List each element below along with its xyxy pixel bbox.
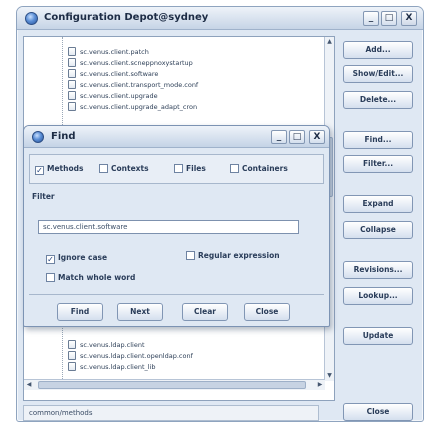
add-button[interactable]: Add... xyxy=(343,41,413,59)
containers-checkbox[interactable]: Containers xyxy=(230,164,288,173)
close-button[interactable]: Close xyxy=(343,403,413,421)
tree-item[interactable]: sc.venus.client.patch xyxy=(68,47,149,58)
find-dialog-find-button[interactable]: Find xyxy=(57,303,103,321)
tree-item[interactable]: sc.venus.client.upgrade_adapt_cron xyxy=(68,102,197,113)
methods-label: Methods xyxy=(47,164,84,173)
find-dialog-title: Find xyxy=(51,131,76,142)
file-icon xyxy=(68,91,76,100)
app-icon xyxy=(25,12,38,25)
filter-input[interactable] xyxy=(38,220,299,234)
ignore-case-label: Ignore case xyxy=(58,253,108,262)
scroll-right-arrow-icon[interactable]: ▶ xyxy=(316,381,324,389)
file-icon xyxy=(68,340,76,349)
find-dialog-close-button[interactable]: Close xyxy=(244,303,290,321)
lookup-button[interactable]: Lookup... xyxy=(343,287,413,305)
dialog-divider xyxy=(29,294,324,295)
tree-item[interactable]: sc.venus.client.upgrade xyxy=(68,91,158,102)
contexts-check-box[interactable] xyxy=(99,164,108,173)
files-checkbox[interactable]: Files xyxy=(174,164,206,173)
revisions-button[interactable]: Revisions... xyxy=(343,261,413,279)
file-icon xyxy=(68,80,76,89)
expand-button[interactable]: Expand xyxy=(343,195,413,213)
find-dialog-titlebar[interactable]: Find _ □ X xyxy=(24,126,329,148)
match-whole-word-check-box[interactable] xyxy=(46,273,55,282)
update-button[interactable]: Update xyxy=(343,327,413,345)
contexts-label: Contexts xyxy=(111,164,149,173)
find-dialog-clear-button[interactable]: Clear xyxy=(182,303,228,321)
close-window-button[interactable]: X xyxy=(401,11,417,26)
regular-expression-checkbox[interactable]: Regular expression xyxy=(186,251,280,260)
tree-item-label: sc.venus.client.upgrade_adapt_cron xyxy=(80,103,198,111)
scroll-down-arrow-icon[interactable]: ▼ xyxy=(326,372,333,380)
status-bar: common/methods xyxy=(23,405,319,421)
maximize-button[interactable]: □ xyxy=(381,11,397,26)
regular-expression-label: Regular expression xyxy=(198,251,280,260)
files-label: Files xyxy=(186,164,206,173)
ignore-case-check-box[interactable]: ✓ xyxy=(46,255,55,264)
find-button[interactable]: Find... xyxy=(343,131,413,149)
window-title: Configuration Depot@sydney xyxy=(44,12,209,23)
match-whole-word-label: Match whole word xyxy=(58,273,136,282)
dialog-maximize-button[interactable]: □ xyxy=(289,130,305,144)
ignore-case-checkbox[interactable]: ✓ Ignore case xyxy=(46,253,107,264)
containers-check-box[interactable] xyxy=(230,164,239,173)
file-icon xyxy=(68,58,76,67)
tree-item-label: sc.venus.client.patch xyxy=(80,48,149,56)
match-whole-word-checkbox[interactable]: Match whole word xyxy=(46,273,135,282)
search-scope-group: ✓ Methods Contexts Files Containers xyxy=(29,154,324,184)
app-icon xyxy=(32,131,44,143)
tree-item-label: sc.venus.client.software xyxy=(80,70,159,78)
methods-checkbox[interactable]: ✓ Methods xyxy=(35,164,83,175)
collapse-button[interactable]: Collapse xyxy=(343,221,413,239)
minimize-button[interactable]: _ xyxy=(363,11,379,26)
containers-label: Containers xyxy=(242,164,288,173)
tree-item[interactable]: sc.venus.client.scneppnoxystartup xyxy=(68,58,193,69)
filter-button[interactable]: Filter... xyxy=(343,155,413,173)
delete-button[interactable]: Delete... xyxy=(343,91,413,109)
file-icon xyxy=(68,69,76,78)
contexts-checkbox[interactable]: Contexts xyxy=(99,164,149,173)
methods-check-box[interactable]: ✓ xyxy=(35,166,44,175)
window-titlebar[interactable]: Configuration Depot@sydney _ □ X xyxy=(17,7,423,30)
filter-label: Filter xyxy=(32,192,55,201)
tree-item-label: sc.venus.client.transport_mode.conf xyxy=(80,81,199,89)
regular-expression-check-box[interactable] xyxy=(186,251,195,260)
show-edit-button[interactable]: Show/Edit... xyxy=(343,65,413,83)
find-dialog-next-button[interactable]: Next xyxy=(117,303,163,321)
tree-item-label: sc.venus.client.upgrade xyxy=(80,92,158,100)
files-check-box[interactable] xyxy=(174,164,183,173)
tree-horizontal-scrollbar[interactable]: ◀ ▶ xyxy=(24,379,325,390)
dialog-minimize-button[interactable]: _ xyxy=(271,130,287,144)
horizontal-scroll-thumb[interactable] xyxy=(38,381,306,389)
tree-item[interactable]: sc.venus.ldap.client_lib xyxy=(68,362,156,373)
tree-item-label: sc.venus.ldap.client xyxy=(80,341,145,349)
file-icon xyxy=(68,351,76,360)
file-icon xyxy=(68,362,76,371)
tree-item-label: sc.venus.ldap.client.openldap.conf xyxy=(80,352,193,360)
tree-item[interactable]: sc.venus.ldap.client.openldap.conf xyxy=(68,351,193,362)
find-dialog: Find _ □ X ✓ Methods Contexts Files Conta… xyxy=(23,125,330,327)
scroll-up-arrow-icon[interactable]: ▲ xyxy=(326,38,333,46)
tree-item-label: sc.venus.client.scneppnoxystartup xyxy=(80,59,193,67)
dialog-close-button[interactable]: X xyxy=(309,130,325,144)
tree-item[interactable]: sc.venus.client.software xyxy=(68,69,158,80)
tree-item[interactable]: sc.venus.client.transport_mode.conf xyxy=(68,80,198,91)
file-icon xyxy=(68,102,76,111)
file-icon xyxy=(68,47,76,56)
scroll-left-arrow-icon[interactable]: ◀ xyxy=(25,381,33,389)
tree-item[interactable]: sc.venus.ldap.client xyxy=(68,340,145,351)
tree-item-label: sc.venus.ldap.client_lib xyxy=(80,363,156,371)
